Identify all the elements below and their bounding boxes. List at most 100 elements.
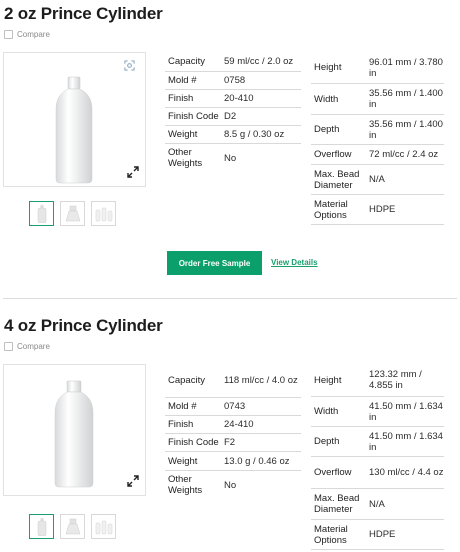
bottle-variants-thumbnail-icon	[95, 207, 112, 221]
product-image-viewer[interactable]	[3, 364, 146, 496]
spec-value: F2	[224, 437, 236, 448]
spec-row-mold: Mold # 0758	[165, 72, 301, 90]
spec-value: N/A	[369, 498, 385, 510]
thumbnail-bottle-variants[interactable]	[91, 514, 116, 539]
product-card-4oz: 4 oz Prince Cylinder Compare Capacity 11…	[0, 312, 460, 552]
spec-value: HDPE	[369, 204, 396, 215]
spec-table-right: Height 123.32 mm / 4.855 in Width 41.50 mm…	[311, 364, 444, 550]
spec-label: Other Weights	[168, 474, 203, 496]
spec-row-other-weights: Other Weights No	[165, 144, 301, 172]
spec-label: Overflow	[314, 149, 352, 160]
compare-checkbox-box[interactable]	[4, 342, 13, 351]
spec-row-overflow: Overflow 72 ml/cc / 2.4 oz	[311, 145, 444, 165]
spec-label: Material Options	[314, 523, 348, 546]
spec-value: 130 ml/cc / 4.4 oz	[369, 467, 444, 478]
spec-row-other-weights: Other Weights No	[165, 471, 301, 499]
spec-value: 59 ml/cc / 2.0 oz	[224, 56, 294, 67]
spec-label: Material Options	[314, 198, 348, 221]
spec-row-width: Width 35.56 mm / 1.400 in	[311, 84, 444, 115]
spec-value: 0743	[224, 401, 246, 412]
compare-checkbox[interactable]: Compare	[4, 342, 50, 351]
product-title[interactable]: 4 oz Prince Cylinder	[4, 316, 163, 336]
spec-label: Overflow	[314, 467, 352, 478]
spec-label: Finish	[168, 93, 194, 104]
spec-row-max-bead: Max. Bead Diameter N/A	[311, 165, 444, 195]
spec-row-weight: Weight 13.0 g / 0.46 oz	[165, 452, 301, 471]
spec-label: Capacity	[168, 375, 205, 386]
product-card-2oz: 2 oz Prince Cylinder Compare Capacity 59…	[0, 0, 460, 300]
spec-value: 0758	[224, 75, 246, 86]
spec-row-width: Width 41.50 mm / 1.634 in	[311, 397, 444, 427]
spec-label: Width	[314, 93, 339, 105]
spec-row-finish-code: Finish Code F2	[165, 434, 301, 452]
bottle-front-thumbnail-icon	[37, 517, 46, 536]
expand-icon[interactable]	[127, 166, 139, 178]
spec-table-right: Height 96.01 mm / 3.780 in Width 35.56 mm …	[311, 52, 444, 225]
spec-label: Max. Bead Diameter	[314, 493, 360, 515]
spec-label: Finish Code	[168, 437, 219, 448]
spec-row-finish: Finish 20-410	[165, 90, 301, 108]
thumbnail-strip	[29, 201, 116, 226]
product-title[interactable]: 2 oz Prince Cylinder	[4, 4, 163, 24]
bottle-image	[54, 380, 94, 488]
bottle-cap-thumbnail-icon	[65, 205, 80, 221]
spec-label: Weight	[168, 455, 198, 467]
compare-label: Compare	[17, 30, 50, 39]
spec-row-depth: Depth 41.50 mm / 1.634 in	[311, 427, 444, 457]
bottle-front-thumbnail-icon	[37, 204, 46, 223]
spec-value: 35.56 mm / 1.400 in	[369, 88, 443, 110]
spec-row-weight: Weight 8.5 g / 0.30 oz	[165, 126, 301, 144]
spec-row-height: Height 123.32 mm / 4.855 in	[311, 364, 444, 397]
spec-label: Mold #	[168, 401, 197, 412]
spec-value: 13.0 g / 0.46 oz	[224, 455, 290, 467]
bottle-cap-thumbnail-icon	[65, 518, 80, 534]
compare-checkbox-box[interactable]	[4, 30, 13, 39]
spec-label: Depth	[314, 436, 340, 447]
spec-value: 118 ml/cc / 4.0 oz	[224, 375, 298, 386]
spec-table-left: Capacity 118 ml/cc / 4.0 oz Mold # 0743 Fi…	[165, 364, 301, 499]
spec-value: 35.56 mm / 1.400 in	[369, 118, 443, 141]
thumbnail-bottle-cap[interactable]	[60, 201, 85, 226]
spec-row-finish: Finish 24-410	[165, 416, 301, 434]
spec-label: Height	[314, 374, 342, 386]
spec-value: 8.5 g / 0.30 oz	[224, 129, 285, 140]
order-free-sample-button[interactable]: Order Free Sample	[167, 251, 262, 275]
zoom-icon[interactable]	[124, 60, 135, 71]
spec-value: 20-410	[224, 93, 254, 104]
spec-row-overflow: Overflow 130 ml/cc / 4.4 oz	[311, 457, 444, 489]
compare-label: Compare	[17, 342, 50, 351]
thumbnail-bottle-front[interactable]	[29, 514, 54, 539]
spec-label: Finish	[168, 419, 194, 430]
compare-checkbox[interactable]: Compare	[4, 30, 50, 39]
product-image-viewer[interactable]	[3, 52, 146, 187]
thumbnail-bottle-variants[interactable]	[91, 201, 116, 226]
spec-row-material: Material Options HDPE	[311, 195, 444, 225]
spec-label: Width	[314, 406, 339, 417]
spec-value: No	[224, 152, 237, 164]
spec-label: Capacity	[168, 56, 205, 67]
expand-icon[interactable]	[127, 475, 139, 487]
spec-value: 72 ml/cc / 2.4 oz	[369, 149, 439, 160]
spec-row-mold: Mold # 0743	[165, 398, 301, 416]
spec-label: Max. Bead Diameter	[314, 168, 360, 191]
spec-label: Depth	[314, 124, 340, 135]
spec-row-capacity: Capacity 59 ml/cc / 2.0 oz	[165, 52, 301, 72]
spec-value: N/A	[369, 174, 385, 185]
spec-value: 24-410	[224, 419, 254, 430]
product-divider	[3, 298, 457, 299]
spec-row-material: Material Options HDPE	[311, 520, 444, 550]
thumbnail-strip	[29, 514, 116, 539]
spec-table-left: Capacity 59 ml/cc / 2.0 oz Mold # 0758 Fin…	[165, 52, 301, 172]
spec-row-finish-code: Finish Code D2	[165, 108, 301, 126]
thumbnail-bottle-cap[interactable]	[60, 514, 85, 539]
spec-row-max-bead: Max. Bead Diameter N/A	[311, 489, 444, 520]
spec-label: Mold #	[168, 75, 197, 86]
spec-row-height: Height 96.01 mm / 3.780 in	[311, 52, 444, 84]
bottle-variants-thumbnail-icon	[95, 520, 112, 534]
view-details-link[interactable]: View Details	[271, 258, 318, 267]
thumbnail-bottle-front[interactable]	[29, 201, 54, 226]
spec-value: No	[224, 479, 237, 491]
spec-label: Weight	[168, 129, 198, 140]
bottle-image	[55, 76, 93, 184]
spec-row-depth: Depth 35.56 mm / 1.400 in	[311, 115, 444, 145]
